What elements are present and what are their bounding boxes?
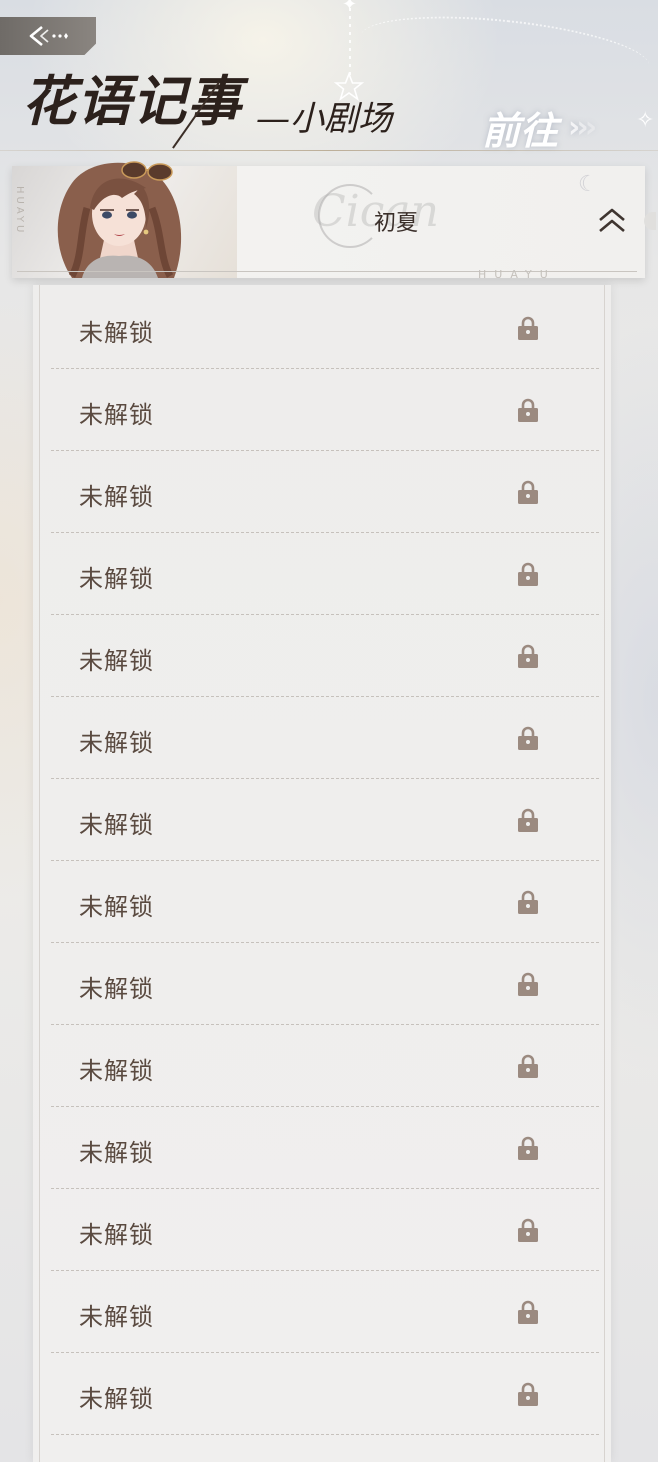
dotted-arc-decoration [357,5,653,97]
list-item[interactable]: 未解锁 [51,1189,599,1271]
story-status-label: 未解锁 [79,729,154,757]
story-status-label: 未解锁 [79,1057,154,1085]
lock-icon [518,1136,538,1160]
list-item[interactable]: 未解锁 [51,615,599,697]
page-title: 花语记事 [22,69,242,133]
lock-icon [518,890,538,914]
story-list[interactable]: 未解锁 未解锁 未解锁 未解锁 未解锁 未解锁 未解锁 未解锁 未解锁 未解锁 … [33,285,611,1462]
list-item[interactable]: 未解锁 [51,287,599,369]
lock-icon [518,808,538,832]
side-caption: HUAYU [14,186,25,236]
list-item[interactable]: 未解锁 [51,779,599,861]
story-status-label: 未解锁 [79,811,154,839]
lock-icon [518,972,538,996]
sparkle-icon: ✦ [342,0,358,15]
story-status-label: 未解锁 [79,319,154,347]
sparkle-icon: ✧ [636,108,655,133]
star-icon [334,72,364,101]
moon-icon: ☾ [578,172,598,197]
character-name: 初夏 [374,211,419,236]
list-item[interactable]: 未解锁 [51,697,599,779]
page-subtitle: —小剧场 [256,99,392,139]
card-caption: HUAYU [478,268,556,281]
goto-arrows-icon: ››› [568,110,597,145]
character-portrait [57,161,182,278]
lock-icon [518,398,538,422]
character-card[interactable]: HUAYU Cican 初夏 ☾ [12,161,656,278]
lock-icon [518,562,538,586]
story-status-label: 未解锁 [79,1385,154,1413]
list-item[interactable]: 未解锁 [51,1353,599,1435]
story-status-label: 未解锁 [79,1139,154,1167]
story-status-label: 未解锁 [79,893,154,921]
list-item[interactable]: 未解锁 [51,533,599,615]
story-status-label: 未解锁 [79,647,154,675]
goto-button[interactable]: 前往 ››› [482,100,597,155]
lock-icon [518,1218,538,1242]
list-item[interactable]: 未解锁 [51,861,599,943]
story-status-label: 未解锁 [79,565,154,593]
goto-label: 前往 [482,108,559,153]
lock-icon [518,316,538,340]
story-status-label: 未解锁 [79,1221,154,1249]
list-item[interactable]: 未解锁 [51,1025,599,1107]
story-status-label: 未解锁 [79,975,154,1003]
list-item[interactable]: 未解锁 [51,1107,599,1189]
lock-icon [518,1300,538,1324]
lock-icon [518,644,538,668]
list-item[interactable]: 未解锁 [51,451,599,533]
list-item[interactable]: 未解锁 [51,369,599,451]
story-status-label: 未解锁 [79,401,154,429]
story-status-label: 未解锁 [79,1303,154,1331]
back-arrow-icon [29,25,68,47]
card-tab [644,212,656,230]
list-item[interactable]: 未解锁 [51,1271,599,1353]
double-chevron-up-icon[interactable] [594,202,630,238]
lock-icon [518,726,538,750]
lock-icon [518,480,538,504]
lock-icon [518,1054,538,1078]
lock-icon [518,1382,538,1406]
story-status-label: 未解锁 [79,483,154,511]
list-item[interactable]: 未解锁 [51,943,599,1025]
back-button[interactable] [0,17,96,55]
